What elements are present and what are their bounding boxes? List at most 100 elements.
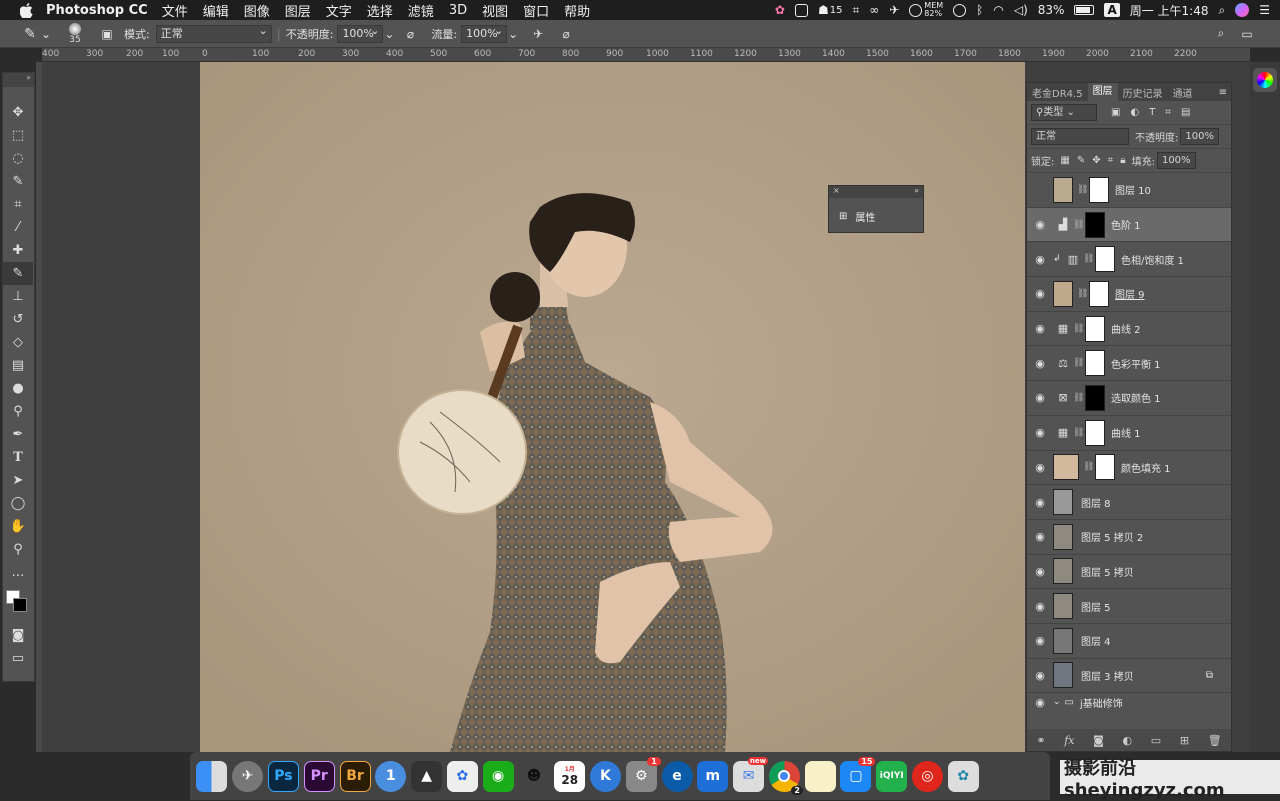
color-wheel-icon[interactable] bbox=[1253, 68, 1277, 92]
layer-mask-thumbnail[interactable] bbox=[1089, 176, 1109, 203]
properties-title[interactable]: 属性 bbox=[855, 209, 875, 224]
brush-panel-toggle-icon[interactable]: ▣ bbox=[98, 25, 116, 43]
layer-name[interactable]: 颜色填充 1 bbox=[1121, 460, 1171, 475]
flower-icon[interactable]: ✿ bbox=[775, 3, 785, 17]
visibility-toggle[interactable]: ◉ bbox=[1027, 565, 1053, 578]
filter-smart-icon[interactable]: ▤ bbox=[1181, 107, 1190, 118]
onepassword-icon[interactable]: 1 bbox=[375, 760, 407, 792]
memory-icon[interactable]: MEM 82% bbox=[909, 2, 943, 18]
iqiyi-icon[interactable]: iQIYI bbox=[876, 760, 908, 792]
move-tool-icon[interactable]: ✥ bbox=[3, 101, 33, 124]
layer-name[interactable]: 图层 9 bbox=[1115, 286, 1145, 301]
lock-all-icon[interactable]: 🔒︎ bbox=[1120, 155, 1125, 166]
edge-icon[interactable]: e bbox=[661, 760, 693, 792]
layer-name[interactable]: 曲线 1 bbox=[1111, 425, 1141, 440]
crop-status-icon[interactable]: ⌗ bbox=[852, 3, 859, 18]
qq-icon[interactable]: ☻ bbox=[518, 761, 549, 792]
layer-row[interactable]: ◉ ⚖ ⛓ 色彩平衡 1 bbox=[1027, 346, 1231, 382]
layer-name[interactable]: 曲线 2 bbox=[1111, 321, 1141, 336]
battery-percent[interactable]: 83% bbox=[1038, 3, 1065, 17]
menu-file[interactable]: 文件 bbox=[162, 1, 188, 20]
leaf-app-icon[interactable]: ✿ bbox=[947, 760, 979, 792]
apple-icon[interactable] bbox=[18, 2, 34, 18]
ellipse-tool-icon[interactable]: ◯ bbox=[3, 492, 33, 515]
battery-icon[interactable] bbox=[1074, 5, 1095, 15]
layer-name[interactable]: 色相/饱和度 1 bbox=[1121, 252, 1184, 267]
bluetooth-icon[interactable]: ᛒ bbox=[976, 3, 983, 17]
new-layer-icon[interactable]: ⊞ bbox=[1180, 734, 1189, 747]
visibility-toggle[interactable]: ◉ bbox=[1027, 426, 1053, 439]
layer-name[interactable]: 选取颜色 1 bbox=[1111, 390, 1161, 405]
lasso-tool-icon[interactable]: ◌ bbox=[3, 147, 33, 170]
pressure-size-icon[interactable]: ⌀ bbox=[557, 25, 575, 43]
layer-name[interactable]: 色阶 1 bbox=[1111, 217, 1141, 232]
close-icon[interactable]: × bbox=[833, 186, 840, 198]
dodge-tool-icon[interactable]: ⚲ bbox=[3, 400, 33, 423]
new-adjustment-icon[interactable]: ◐ bbox=[1122, 734, 1132, 747]
clock[interactable]: 周一 上午1:48 bbox=[1130, 2, 1209, 19]
layer-row[interactable]: ◉ 图层 4 bbox=[1027, 624, 1231, 659]
launchpad-icon[interactable]: ✈ bbox=[232, 760, 264, 792]
layer-opacity-input[interactable]: 100% bbox=[1180, 128, 1219, 145]
workspace-icon[interactable]: ▭ bbox=[1238, 25, 1256, 43]
layer-mask-thumbnail[interactable] bbox=[1089, 280, 1109, 307]
app-name-menu[interactable]: Photoshop CC bbox=[46, 3, 148, 18]
lock-artboard-icon[interactable]: ⌗ bbox=[1108, 155, 1114, 166]
layer-row[interactable]: ◉ ▦ ⛓ 曲线 1 bbox=[1027, 416, 1231, 451]
more-tools-icon[interactable]: … bbox=[3, 561, 33, 584]
background-color[interactable] bbox=[13, 598, 27, 612]
visibility-toggle[interactable]: ◉ bbox=[1027, 322, 1053, 335]
kuaibo-icon[interactable]: K bbox=[589, 760, 621, 792]
calendar-icon[interactable]: 1月 28 bbox=[554, 760, 586, 792]
tab-channels[interactable]: 通道 bbox=[1168, 85, 1198, 100]
chevron-down-icon[interactable]: ⌄ bbox=[40, 25, 52, 43]
layer-name[interactable]: 图层 5 拷贝 2 bbox=[1081, 529, 1143, 544]
airbrush-icon[interactable]: ✈ bbox=[529, 25, 547, 43]
menu-view[interactable]: 视图 bbox=[482, 1, 508, 20]
bridge-icon[interactable]: Br bbox=[339, 760, 371, 792]
layer-row[interactable]: ◉ ▦ ⛓ 曲线 2 bbox=[1027, 312, 1231, 347]
baidu-cloud-icon[interactable]: ✿ bbox=[446, 760, 478, 792]
visibility-toggle[interactable]: ◉ bbox=[1027, 634, 1053, 647]
visibility-toggle[interactable]: ◉ bbox=[1027, 496, 1053, 509]
layer-row[interactable]: ◉ ⛓ 图层 10 bbox=[1027, 173, 1231, 208]
mail-icon[interactable]: ✉ new bbox=[733, 756, 769, 792]
layer-name[interactable]: 图层 5 拷贝 bbox=[1081, 564, 1134, 579]
menu-select[interactable]: 选择 bbox=[367, 1, 393, 20]
volume-icon[interactable]: ◁) bbox=[1014, 3, 1028, 17]
layer-name[interactable]: 图层 3 拷贝 bbox=[1081, 668, 1134, 683]
layer-style-icon[interactable]: fx bbox=[1064, 734, 1074, 747]
siri-icon[interactable] bbox=[1235, 3, 1250, 17]
eraser-tool-icon[interactable]: ◇ bbox=[3, 331, 33, 354]
system-preferences-icon[interactable]: ⚙ 1 bbox=[625, 756, 661, 792]
filter-shape-icon[interactable]: ⌗ bbox=[1165, 107, 1171, 118]
add-mask-icon[interactable]: ◙ bbox=[1093, 734, 1104, 747]
visibility-toggle[interactable]: ◉ bbox=[1027, 696, 1053, 709]
visibility-toggle[interactable]: ◉ bbox=[1027, 287, 1053, 300]
layer-row[interactable]: ◉ ⛓ 颜色填充 1 bbox=[1027, 451, 1231, 486]
tools-panel-header[interactable]: » bbox=[3, 73, 34, 87]
brush-size-picker[interactable]: 35 bbox=[58, 21, 92, 47]
layer-row[interactable]: ◉ ↲ ▥ ⛓ 色相/饱和度 1 bbox=[1027, 242, 1231, 278]
group-expand-icon[interactable]: ⌄ bbox=[1053, 697, 1061, 707]
tab-history[interactable]: 历史记录 bbox=[1118, 85, 1168, 100]
group-name[interactable]: j基础修饰 bbox=[1080, 695, 1123, 710]
blur-tool-icon[interactable]: ● bbox=[3, 377, 33, 400]
pen-tool-icon[interactable]: ✒ bbox=[3, 423, 33, 446]
brush-tool-icon[interactable]: ✎ bbox=[3, 262, 33, 285]
menu-help[interactable]: 帮助 bbox=[564, 1, 590, 20]
netease-music-icon[interactable]: ◎ bbox=[912, 760, 944, 792]
notes-icon[interactable] bbox=[804, 760, 836, 792]
wifi-icon[interactable]: ◠ bbox=[993, 3, 1003, 17]
quick-mask-icon[interactable]: ◙ bbox=[3, 624, 33, 647]
search-icon[interactable]: ⌕ bbox=[1212, 25, 1230, 43]
creative-cloud-icon[interactable]: ∞ bbox=[869, 3, 879, 17]
new-group-icon[interactable]: ▭ bbox=[1151, 734, 1161, 747]
menu-filter[interactable]: 滤镜 bbox=[408, 1, 434, 20]
layer-mask-thumbnail[interactable] bbox=[1085, 211, 1105, 238]
layer-name[interactable]: 图层 10 bbox=[1115, 182, 1151, 197]
menu-window[interactable]: 窗口 bbox=[523, 1, 549, 20]
layer-row[interactable]: ◉ ▟ ⛓ 色阶 1 bbox=[1027, 207, 1231, 243]
panel-menu-icon[interactable]: ≡ bbox=[1219, 87, 1227, 98]
crop-tool-icon[interactable]: ⌗ bbox=[3, 193, 33, 216]
